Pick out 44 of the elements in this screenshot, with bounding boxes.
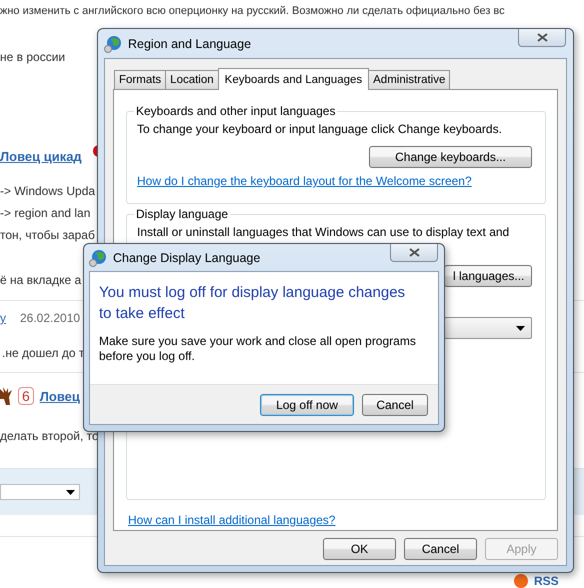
- instruction-text: Install or uninstall languages that Windows can use to display text and: [137, 225, 510, 239]
- dialog-button[interactable]: OK: [323, 538, 396, 560]
- tab[interactable]: Keyboards and Languages: [218, 68, 370, 90]
- post-text: ё на вкладке а: [0, 273, 82, 287]
- change-keyboards-button[interactable]: Change keyboards...: [369, 146, 532, 168]
- dialog-button[interactable]: Log off now: [260, 394, 354, 416]
- tab[interactable]: Formats: [114, 70, 166, 89]
- rank-badge: 6: [18, 387, 34, 405]
- author-link[interactable]: Ловец цикад: [0, 148, 82, 164]
- close-icon: [408, 248, 420, 257]
- rss-link[interactable]: RSS: [534, 575, 559, 587]
- close-icon: [536, 33, 548, 42]
- post-text: -> Windows Upda: [0, 184, 96, 198]
- post-date: 26.02.2010: [20, 311, 80, 325]
- close-button[interactable]: [390, 244, 438, 262]
- dropdown-caret-icon: [516, 326, 525, 330]
- dialog-message: Make sure you save your work and close all open programs before you log off.: [99, 334, 417, 364]
- post-text: жно изменить с английского всю оперционку на русский. Возможно ли сделать официально без вс: [0, 5, 505, 17]
- close-button[interactable]: [518, 29, 566, 47]
- dropdown-caret-icon: [66, 490, 75, 494]
- tab[interactable]: Location: [165, 70, 219, 89]
- globe-icon: [89, 248, 107, 266]
- dialog-heading: You must log off for display language changes to take effect: [99, 283, 406, 324]
- instruction-text: To change your keyboard or input language click Change keyboards.: [137, 122, 503, 136]
- window-title: Region and Language: [128, 36, 252, 50]
- group-title: Keyboards and other input languages: [135, 104, 336, 118]
- globe-icon: [104, 34, 122, 52]
- group-title: Display language: [135, 207, 230, 221]
- help-link[interactable]: How can I install additional languages?: [128, 513, 546, 527]
- dialog-button[interactable]: Cancel: [362, 394, 428, 416]
- languages-button[interactable]: l languages...: [444, 265, 532, 287]
- select-field[interactable]: [0, 484, 80, 500]
- tab[interactable]: Administrative: [368, 70, 450, 89]
- help-link[interactable]: How do I change the keyboard layout for the Welcome screen?: [137, 174, 532, 188]
- post-text: -> region and lan: [0, 206, 90, 220]
- dialog-button[interactable]: Cancel: [404, 538, 477, 560]
- post-text: тон, чтобы зараб: [0, 228, 95, 242]
- moose-icon: [0, 387, 12, 405]
- author-link[interactable]: Ловец: [40, 388, 80, 404]
- window-title: Change Display Language: [113, 250, 260, 264]
- location-text: не в россии: [0, 50, 66, 64]
- author-link[interactable]: y: [0, 311, 6, 325]
- rss-icon: [514, 574, 528, 588]
- language-dropdown[interactable]: [444, 317, 532, 339]
